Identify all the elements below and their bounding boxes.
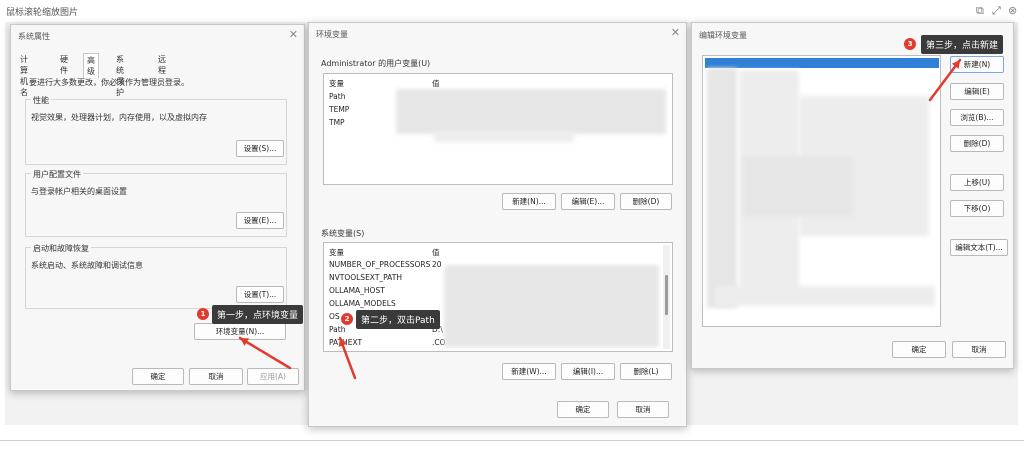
annotation-arrows <box>238 58 962 380</box>
step-1-arrow <box>238 336 292 370</box>
